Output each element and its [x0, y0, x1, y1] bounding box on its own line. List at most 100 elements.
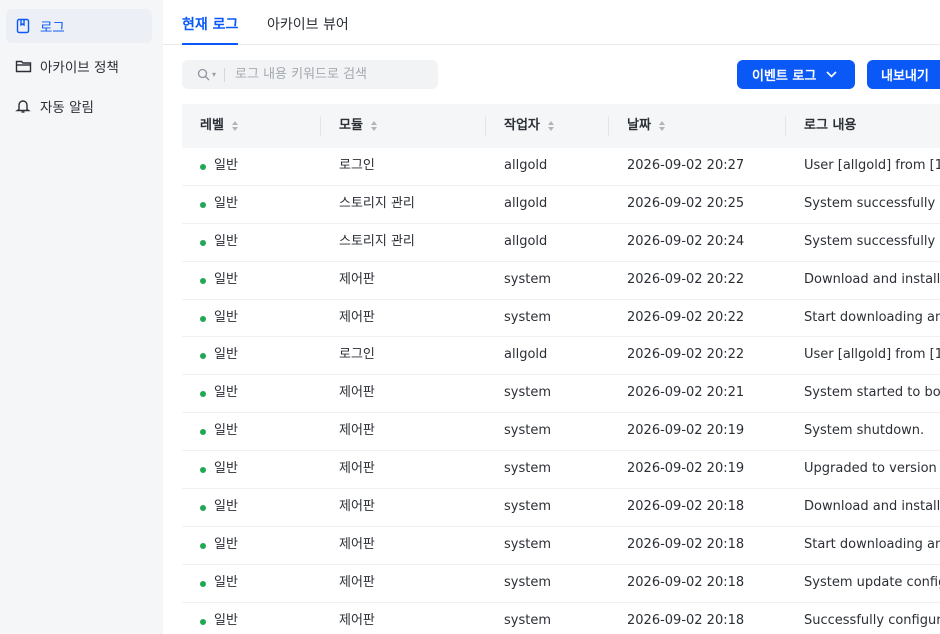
- cell-operator: system: [504, 536, 551, 552]
- sort-icon[interactable]: [370, 121, 377, 131]
- cell-module: 제어판: [339, 536, 375, 552]
- cell-log-content: User [allgold] from [19: [804, 347, 940, 363]
- cell-module: 제어판: [339, 499, 375, 515]
- cell-operator: system: [504, 423, 551, 439]
- column-divider[interactable]: [320, 116, 321, 136]
- sort-icon[interactable]: [547, 121, 554, 131]
- cell-level: 일반: [214, 385, 238, 401]
- cell-date: 2026-09-02 20:21: [627, 385, 745, 401]
- cell-date: 2026-09-02 20:18: [627, 536, 745, 552]
- cell-log-content: System update configu: [804, 574, 940, 590]
- cell-operator: system: [504, 309, 551, 325]
- cell-operator: allgold: [504, 347, 548, 363]
- sidebar: 로그 아카이브 정책 자동 알림: [0, 0, 163, 634]
- table-header: 레벨 모듈 작업자 날짜 로그 내용: [182, 104, 940, 148]
- table-row[interactable]: 일반 제어판 system 2026-09-02 20:22 Start downloa…: [182, 300, 940, 338]
- cell-date: 2026-09-02 20:25: [627, 195, 745, 211]
- search-input[interactable]: [235, 67, 416, 82]
- column-header-label: 작업자: [504, 118, 540, 133]
- column-divider[interactable]: [608, 116, 609, 136]
- table-row[interactable]: 일반 제어판 system 2026-09-02 20:19 Upgraded to v…: [182, 451, 940, 490]
- table-row[interactable]: 일반 제어판 system 2026-09-02 20:19 System shutdo…: [182, 413, 940, 452]
- chevron-down-icon: [826, 71, 837, 78]
- column-header-label: 로그 내용: [804, 118, 857, 133]
- column-header-module[interactable]: 모듈: [339, 104, 377, 148]
- export-button-label: 내보내기: [881, 69, 929, 84]
- sidebar-item-archive-policy[interactable]: 아카이브 정책: [6, 49, 152, 83]
- tab-current-log[interactable]: 현재 로그: [182, 0, 239, 45]
- cell-log-content: Start downloading and: [804, 536, 940, 552]
- sort-icon[interactable]: [231, 121, 238, 131]
- status-dot-icon: [200, 580, 206, 587]
- sidebar-item-label: 로그: [40, 20, 65, 36]
- table-row[interactable]: 일반 제어판 system 2026-09-02 20:18 System update…: [182, 565, 940, 603]
- event-log-dropdown-button[interactable]: 이벤트 로그: [737, 60, 855, 89]
- export-button[interactable]: 내보내기: [867, 60, 940, 89]
- status-dot-icon: [200, 353, 206, 360]
- cell-operator: system: [504, 271, 551, 287]
- cell-log-content: User [allgold] from [19: [804, 158, 940, 173]
- column-header-label: 레벨: [200, 118, 224, 133]
- cell-module: 스토리지 관리: [339, 195, 415, 211]
- table-row[interactable]: 일반 로그인 allgold 2026-09-02 20:22 User [allgol…: [182, 337, 940, 376]
- cell-operator: system: [504, 461, 551, 477]
- table-row[interactable]: 일반 제어판 system 2026-09-02 20:21 System starte…: [182, 375, 940, 414]
- sidebar-item-label: 자동 알림: [40, 100, 94, 116]
- cell-operator: allgold: [504, 195, 548, 211]
- table-row[interactable]: 일반 로그인 allgold 2026-09-02 20:27 User [allgol…: [182, 148, 940, 186]
- cell-level: 일반: [214, 536, 238, 552]
- status-dot-icon: [200, 239, 206, 246]
- cell-operator: system: [504, 612, 551, 628]
- status-dot-icon: [200, 429, 206, 436]
- status-dot-icon: [200, 505, 206, 512]
- cell-module: 제어판: [339, 385, 375, 401]
- table-row[interactable]: 일반 스토리지 관리 allgold 2026-09-02 20:25 System s…: [182, 186, 940, 224]
- table-row[interactable]: 일반 제어판 system 2026-09-02 20:18 Download and …: [182, 489, 940, 527]
- cell-module: 로그인: [339, 347, 375, 363]
- cell-date: 2026-09-02 20:27: [627, 158, 745, 173]
- search-filter-caret-icon[interactable]: ▾: [212, 70, 216, 79]
- cell-level: 일반: [214, 195, 238, 211]
- main-panel: 현재 로그 아카이브 뷰어 ▾ 이벤트 로그 내보내기 레벨 모듈: [163, 0, 940, 634]
- tab-archive-viewer[interactable]: 아카이브 뷰어: [267, 0, 349, 44]
- cell-level: 일반: [214, 309, 238, 325]
- cell-level: 일반: [214, 612, 238, 628]
- status-dot-icon: [200, 391, 206, 398]
- cell-level: 일반: [214, 499, 238, 515]
- column-divider[interactable]: [785, 116, 786, 136]
- status-dot-icon: [200, 164, 206, 170]
- cell-operator: system: [504, 385, 551, 401]
- table-row[interactable]: 일반 스토리지 관리 allgold 2026-09-02 20:24 System s…: [182, 224, 940, 262]
- cell-log-content: Successfully configure: [804, 612, 940, 628]
- column-header-log-content[interactable]: 로그 내용: [804, 104, 856, 148]
- cell-log-content: System started to boo: [804, 385, 940, 401]
- column-header-label: 날짜: [627, 118, 651, 133]
- status-dot-icon: [200, 618, 206, 625]
- column-header-operator[interactable]: 작업자: [504, 104, 554, 148]
- sidebar-item-auto-notification[interactable]: 자동 알림: [6, 89, 152, 123]
- table-row[interactable]: 일반 제어판 system 2026-09-02 20:18 Successfully …: [182, 603, 940, 634]
- cell-operator: system: [504, 574, 551, 590]
- cell-date: 2026-09-02 20:22: [627, 347, 745, 363]
- cell-date: 2026-09-02 20:22: [627, 271, 745, 287]
- cell-log-content: Download and install n: [804, 499, 940, 515]
- column-divider[interactable]: [485, 116, 486, 136]
- sidebar-item-label: 아카이브 정책: [40, 60, 119, 76]
- search-box[interactable]: ▾: [182, 60, 438, 89]
- cell-module: 제어판: [339, 309, 375, 325]
- cell-log-content: Upgraded to version 1: [804, 461, 940, 477]
- column-header-label: 모듈: [339, 118, 363, 133]
- table-row[interactable]: 일반 제어판 system 2026-09-02 20:18 Start downloa…: [182, 527, 940, 565]
- cell-operator: allgold: [504, 158, 548, 173]
- column-header-level[interactable]: 레벨: [200, 104, 238, 148]
- column-header-date[interactable]: 날짜: [627, 104, 665, 148]
- sort-icon[interactable]: [658, 121, 665, 131]
- status-dot-icon: [200, 542, 206, 549]
- table-row[interactable]: 일반 제어판 system 2026-09-02 20:22 Download and …: [182, 262, 940, 300]
- cell-date: 2026-09-02 20:18: [627, 574, 745, 590]
- status-dot-icon: [200, 315, 206, 322]
- sidebar-item-log[interactable]: 로그: [6, 9, 152, 43]
- cell-date: 2026-09-02 20:18: [627, 499, 745, 515]
- cell-module: 스토리지 관리: [339, 233, 415, 249]
- status-dot-icon: [200, 277, 206, 284]
